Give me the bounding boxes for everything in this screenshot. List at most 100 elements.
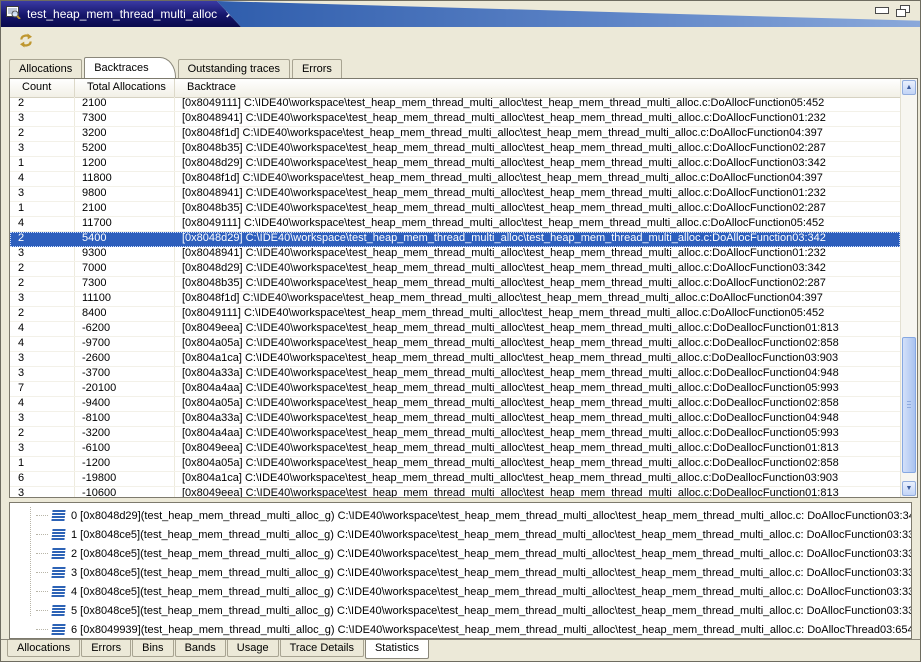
- table-row[interactable]: 39800[0x8048941] C:\IDE40\workspace\test…: [10, 187, 900, 202]
- table-row[interactable]: 3-3700[0x804a33a] C:\IDE40\workspace\tes…: [10, 367, 900, 382]
- tab-bins[interactable]: Bins: [132, 640, 173, 657]
- table-row[interactable]: 4-9400[0x804a05a] C:\IDE40\workspace\tes…: [10, 397, 900, 412]
- stack-frame-icon: [51, 624, 65, 635]
- tab-outstanding-traces[interactable]: Outstanding traces: [178, 59, 290, 78]
- column-header-count[interactable]: Count: [10, 79, 75, 97]
- cell-backtrace: [0x8049eea] C:\IDE40\workspace\test_heap…: [175, 487, 900, 497]
- table-row[interactable]: 6-19800[0x804a1ca] C:\IDE40\workspace\te…: [10, 472, 900, 487]
- trace-detail-item[interactable]: 5 [0x8048ce5](test_heap_mem_thread_multi…: [36, 601, 911, 620]
- cell-count: 3: [10, 442, 75, 456]
- tab-allocations[interactable]: Allocations: [9, 59, 82, 78]
- view-tab[interactable]: test_heap_mem_thread_multi_alloc ✕: [1, 1, 241, 27]
- table-body: 22100[0x8049111] C:\IDE40\workspace\test…: [10, 97, 900, 497]
- cell-total-allocations: 11800: [75, 172, 175, 186]
- trace-detail-item[interactable]: 3 [0x8048ce5](test_heap_mem_thread_multi…: [36, 563, 911, 582]
- scroll-up-icon[interactable]: ▲: [902, 80, 916, 95]
- table-row[interactable]: 2-3200[0x804a4aa] C:\IDE40\workspace\tes…: [10, 427, 900, 442]
- table-row[interactable]: 12100[0x8048b35] C:\IDE40\workspace\test…: [10, 202, 900, 217]
- cell-count: 2: [10, 127, 75, 141]
- tab-trace-details[interactable]: Trace Details: [280, 640, 364, 657]
- stack-frame-icon: [51, 548, 65, 559]
- tab-allocations[interactable]: Allocations: [7, 640, 80, 657]
- cell-count: 3: [10, 412, 75, 426]
- trace-detail-text: 6 [0x8049939](test_heap_mem_thread_multi…: [71, 624, 911, 636]
- table-header-row: CountTotal AllocationsBacktrace: [10, 79, 900, 98]
- table-row[interactable]: 28400[0x8049111] C:\IDE40\workspace\test…: [10, 307, 900, 322]
- tab-backtraces[interactable]: Backtraces: [84, 57, 175, 78]
- cell-backtrace: [0x8048f1d] C:\IDE40\workspace\test_heap…: [175, 127, 900, 141]
- tree-guide: [36, 553, 48, 554]
- cell-total-allocations: 2100: [75, 202, 175, 216]
- cell-backtrace: [0x804a4aa] C:\IDE40\workspace\test_heap…: [175, 427, 900, 441]
- cell-backtrace: [0x804a1ca] C:\IDE40\workspace\test_heap…: [175, 472, 900, 486]
- table-row[interactable]: 23200[0x8048f1d] C:\IDE40\workspace\test…: [10, 127, 900, 142]
- cell-total-allocations: -9400: [75, 397, 175, 411]
- trace-detail-item[interactable]: 4 [0x8048ce5](test_heap_mem_thread_multi…: [36, 582, 911, 601]
- table-row[interactable]: 22100[0x8049111] C:\IDE40\workspace\test…: [10, 97, 900, 112]
- cell-count: 2: [10, 307, 75, 321]
- cell-backtrace: [0x804a1ca] C:\IDE40\workspace\test_heap…: [175, 352, 900, 366]
- table-row[interactable]: 37300[0x8048941] C:\IDE40\workspace\test…: [10, 112, 900, 127]
- table-row[interactable]: 39300[0x8048941] C:\IDE40\workspace\test…: [10, 247, 900, 262]
- trace-detail-text: 1 [0x8048ce5](test_heap_mem_thread_multi…: [71, 529, 911, 541]
- view-window-buttons: [875, 5, 910, 17]
- tab-errors[interactable]: Errors: [81, 640, 131, 657]
- minimize-icon[interactable]: [875, 7, 889, 14]
- tab-usage[interactable]: Usage: [227, 640, 279, 657]
- cell-backtrace: [0x8048b35] C:\IDE40\workspace\test_heap…: [175, 202, 900, 216]
- cell-backtrace: [0x804a33a] C:\IDE40\workspace\test_heap…: [175, 412, 900, 426]
- table-row[interactable]: 4-9700[0x804a05a] C:\IDE40\workspace\tes…: [10, 337, 900, 352]
- table-row[interactable]: 311100[0x8048f1d] C:\IDE40\workspace\tes…: [10, 292, 900, 307]
- trace-detail-item[interactable]: 0 [0x8048d29](test_heap_mem_thread_multi…: [36, 506, 911, 525]
- table-row[interactable]: 7-20100[0x804a4aa] C:\IDE40\workspace\te…: [10, 382, 900, 397]
- scrollbar-thumb[interactable]: [902, 337, 916, 473]
- trace-detail-item[interactable]: 2 [0x8048ce5](test_heap_mem_thread_multi…: [36, 544, 911, 563]
- cell-total-allocations: 7300: [75, 112, 175, 126]
- cell-count: 4: [10, 397, 75, 411]
- table-row[interactable]: 3-10600[0x8049eea] C:\IDE40\workspace\te…: [10, 487, 900, 497]
- maximize-icon[interactable]: [896, 5, 910, 17]
- tab-errors[interactable]: Errors: [292, 59, 342, 78]
- stack-frame-icon: [51, 529, 65, 540]
- cell-count: 3: [10, 352, 75, 366]
- table-row[interactable]: 27300[0x8048b35] C:\IDE40\workspace\test…: [10, 277, 900, 292]
- vertical-scrollbar[interactable]: ▲ ▼: [900, 79, 917, 497]
- cell-count: 7: [10, 382, 75, 396]
- cell-count: 2: [10, 427, 75, 441]
- table-row[interactable]: 25400[0x8048d29] C:\IDE40\workspace\test…: [10, 232, 900, 247]
- column-header-backtrace[interactable]: Backtrace: [175, 79, 900, 97]
- table-row[interactable]: 11200[0x8048d29] C:\IDE40\workspace\test…: [10, 157, 900, 172]
- cell-total-allocations: 1200: [75, 157, 175, 171]
- cell-total-allocations: 11700: [75, 217, 175, 231]
- table-row[interactable]: 35200[0x8048b35] C:\IDE40\workspace\test…: [10, 142, 900, 157]
- tab-bands[interactable]: Bands: [175, 640, 226, 657]
- cell-total-allocations: -6100: [75, 442, 175, 456]
- scroll-down-icon[interactable]: ▼: [902, 481, 916, 496]
- table-row[interactable]: 1-1200[0x804a05a] C:\IDE40\workspace\tes…: [10, 457, 900, 472]
- trace-detail-item[interactable]: 6 [0x8049939](test_heap_mem_thread_multi…: [36, 620, 911, 639]
- cell-backtrace: [0x804a33a] C:\IDE40\workspace\test_heap…: [175, 367, 900, 381]
- stack-frame-icon: [51, 567, 65, 578]
- cell-backtrace: [0x804a4aa] C:\IDE40\workspace\test_heap…: [175, 382, 900, 396]
- table-row[interactable]: 4-6200[0x8049eea] C:\IDE40\workspace\tes…: [10, 322, 900, 337]
- trace-detail-text: 5 [0x8048ce5](test_heap_mem_thread_multi…: [71, 605, 911, 617]
- tab-statistics[interactable]: Statistics: [365, 640, 429, 659]
- trace-detail-item[interactable]: 1 [0x8048ce5](test_heap_mem_thread_multi…: [36, 525, 911, 544]
- cell-total-allocations: -8100: [75, 412, 175, 426]
- cell-total-allocations: 7000: [75, 262, 175, 276]
- table-row[interactable]: 27000[0x8048d29] C:\IDE40\workspace\test…: [10, 262, 900, 277]
- cell-total-allocations: -1200: [75, 457, 175, 471]
- cell-backtrace: [0x8048f1d] C:\IDE40\workspace\test_heap…: [175, 172, 900, 186]
- cell-total-allocations: -2600: [75, 352, 175, 366]
- column-header-total-allocations[interactable]: Total Allocations: [75, 79, 175, 97]
- cell-backtrace: [0x8048d29] C:\IDE40\workspace\test_heap…: [175, 232, 900, 246]
- refresh-icon[interactable]: [17, 32, 35, 52]
- tree-guide: [36, 515, 48, 516]
- table-row[interactable]: 411800[0x8048f1d] C:\IDE40\workspace\tes…: [10, 172, 900, 187]
- cell-count: 3: [10, 292, 75, 306]
- table-row[interactable]: 3-2600[0x804a1ca] C:\IDE40\workspace\tes…: [10, 352, 900, 367]
- table-row[interactable]: 411700[0x8049111] C:\IDE40\workspace\tes…: [10, 217, 900, 232]
- tree-guide: [36, 572, 48, 573]
- table-row[interactable]: 3-8100[0x804a33a] C:\IDE40\workspace\tes…: [10, 412, 900, 427]
- table-row[interactable]: 3-6100[0x8049eea] C:\IDE40\workspace\tes…: [10, 442, 900, 457]
